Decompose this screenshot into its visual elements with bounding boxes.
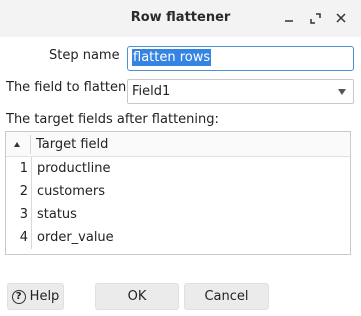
step-name-value: flatten rows	[132, 49, 212, 66]
chevron-down-icon[interactable]	[338, 89, 346, 95]
table-row[interactable]: 2 customers	[6, 180, 350, 203]
ok-button-label: OK	[127, 289, 147, 304]
target-field-cell[interactable]: order_value	[37, 230, 114, 245]
help-icon: ?	[11, 289, 26, 304]
step-name-input[interactable]: flatten rows	[127, 46, 354, 71]
ok-button[interactable]: OK	[95, 283, 179, 310]
sort-ascending-icon[interactable]	[14, 142, 20, 147]
close-icon[interactable]	[331, 8, 351, 28]
field-to-flatten-value: Field1	[132, 84, 171, 99]
target-fields-label: The target fields after flattening:	[6, 112, 219, 127]
cancel-button-label: Cancel	[204, 289, 249, 304]
table-row[interactable]: 1 productline	[6, 157, 350, 180]
row-number: 1	[19, 161, 28, 176]
table-row[interactable]: 3 status	[6, 203, 350, 226]
help-button-label: Help	[29, 289, 60, 304]
row-number: 4	[19, 230, 28, 245]
row-number: 2	[19, 184, 28, 199]
field-to-flatten-select[interactable]: Field1	[127, 79, 354, 104]
cancel-button[interactable]: Cancel	[184, 283, 269, 310]
step-name-label: Step name	[49, 48, 120, 63]
field-to-flatten-label: The field to flatten	[6, 80, 127, 95]
row-number: 3	[19, 207, 28, 222]
target-field-cell[interactable]: productline	[37, 161, 110, 176]
column-header-target-field[interactable]: Target field	[36, 137, 108, 152]
header-divider	[30, 135, 31, 154]
maximize-icon[interactable]	[305, 8, 325, 28]
target-fields-table[interactable]: Target field 1 productline 2 customers 3…	[5, 131, 351, 255]
help-button[interactable]: ? Help	[7, 283, 64, 310]
minimize-icon[interactable]	[279, 8, 299, 28]
target-field-cell[interactable]: status	[37, 207, 77, 222]
title-bar: Row flattener	[0, 0, 361, 37]
table-row[interactable]: 4 order_value	[6, 226, 350, 249]
table-header[interactable]: Target field	[6, 132, 350, 157]
target-field-cell[interactable]: customers	[37, 184, 105, 199]
